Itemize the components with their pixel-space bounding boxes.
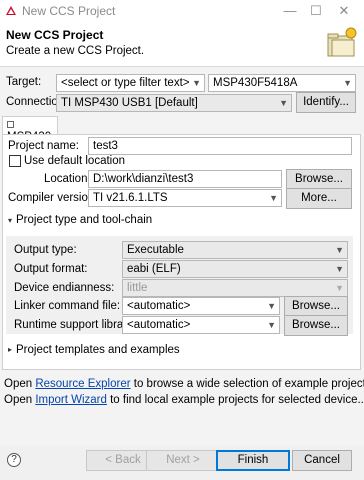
runtime-library-label: Runtime support library: [14, 319, 137, 331]
tab-msp430[interactable]: MSP430 [2, 116, 58, 143]
runtime-library-combo[interactable]: <automatic> ▼ [122, 316, 280, 334]
device-endianness-combo: little ▼ [122, 279, 348, 297]
linker-command-label: Linker command file: [14, 300, 121, 312]
chevron-down-icon: ▼ [335, 264, 344, 274]
output-type-label: Output type: [14, 244, 77, 256]
cancel-button[interactable]: Cancel [292, 450, 352, 471]
resource-explorer-line: Open Resource Explorer to browse a wide … [4, 378, 364, 390]
output-type-value: Executable [127, 244, 184, 256]
resource-explorer-prefix: Open [4, 378, 36, 390]
help-icon[interactable]: ? [7, 453, 21, 467]
resource-explorer-suffix: to browse a wide selection of example pr… [130, 378, 364, 390]
chevron-down-icon: ▼ [343, 78, 352, 88]
linker-command-combo[interactable]: <automatic> ▼ [122, 297, 280, 315]
linker-browse-button[interactable]: Browse... [284, 296, 348, 317]
import-wizard-line: Open Import Wizard to find local example… [4, 394, 364, 406]
wizard-title: New CCS Project [6, 28, 104, 42]
output-format-label: Output format: [14, 263, 88, 275]
use-default-location-label: Use default location [24, 155, 126, 167]
target-label: Target: [6, 76, 42, 88]
project-name-label: Project name: [8, 140, 79, 152]
target-device-combo[interactable]: MSP430F5418A ▼ [208, 74, 356, 92]
import-wizard-suffix: to find local example projects for selec… [106, 394, 364, 406]
output-type-combo[interactable]: Executable ▼ [122, 241, 348, 259]
next-button[interactable]: Next > [146, 450, 220, 471]
tab-icon [7, 121, 14, 128]
wizard-description: Create a new CCS Project. [6, 45, 145, 57]
linker-command-value: <automatic> [127, 300, 191, 312]
location-input[interactable]: D:\work\dianzi\test3 [88, 170, 282, 188]
wizard-banner-icon [326, 26, 358, 62]
chevron-down-icon[interactable]: ▾ [8, 216, 12, 225]
compiler-version-combo[interactable]: TI v21.6.1.LTS ▼ [88, 189, 282, 207]
toolchain-section-label[interactable]: Project type and tool-chain [16, 214, 152, 226]
close-button[interactable]: ✕ [334, 2, 354, 20]
device-endianness-value: little [127, 282, 148, 294]
maximize-button[interactable]: ☐ [306, 2, 326, 20]
compiler-version-label: Compiler version: [8, 192, 98, 204]
window-title: New CCS Project [22, 4, 116, 18]
identify-button[interactable]: Identify... [296, 92, 356, 113]
minimize-button[interactable]: — [280, 2, 300, 20]
location-label: Location: [44, 173, 91, 185]
app-icon [5, 5, 17, 17]
import-wizard-link[interactable]: Import Wizard [35, 394, 107, 406]
target-filter-combo[interactable]: <select or type filter text> ▼ [56, 74, 205, 92]
target-filter-value: <select or type filter text> [61, 77, 190, 89]
chevron-down-icon: ▼ [267, 301, 276, 311]
connection-combo[interactable]: TI MSP430 USB1 [Default] ▼ [56, 94, 292, 112]
finish-button[interactable]: Finish [216, 450, 290, 471]
compiler-version-value: TI v21.6.1.LTS [93, 192, 168, 204]
location-browse-button[interactable]: Browse... [286, 169, 352, 190]
runtime-library-value: <automatic> [127, 319, 191, 331]
resource-explorer-link[interactable]: Resource Explorer [35, 378, 130, 390]
runtime-browse-button[interactable]: Browse... [284, 315, 348, 336]
device-endianness-label: Device endianness: [14, 282, 115, 294]
more-button[interactable]: More... [286, 188, 352, 209]
chevron-down-icon: ▼ [192, 78, 201, 88]
chevron-down-icon: ▼ [269, 193, 278, 203]
templates-section-label[interactable]: Project templates and examples [16, 344, 180, 356]
chevron-down-icon: ▼ [267, 320, 276, 330]
chevron-down-icon: ▼ [335, 283, 344, 293]
project-name-input[interactable]: test3 [88, 137, 352, 155]
import-wizard-prefix: Open [4, 394, 36, 406]
output-format-value: eabi (ELF) [127, 263, 181, 275]
chevron-down-icon: ▼ [279, 98, 288, 108]
chevron-down-icon: ▼ [335, 245, 344, 255]
chevron-right-icon[interactable]: ▸ [8, 345, 12, 354]
use-default-location-checkbox[interactable] [9, 155, 21, 167]
output-format-combo[interactable]: eabi (ELF) ▼ [122, 260, 348, 278]
target-device-value: MSP430F5418A [213, 77, 298, 89]
connection-value: TI MSP430 USB1 [Default] [61, 97, 198, 109]
